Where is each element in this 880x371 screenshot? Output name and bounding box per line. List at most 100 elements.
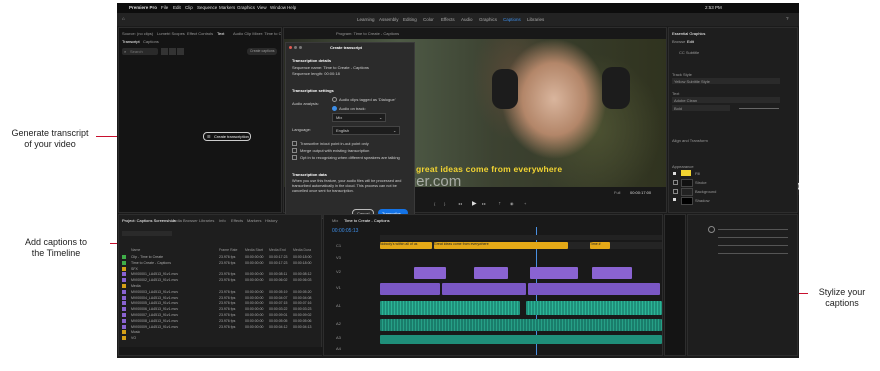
workspace-assembly[interactable]: Assembly bbox=[379, 17, 399, 22]
transcript-toolbar-button[interactable] bbox=[161, 48, 168, 55]
background-checkbox[interactable] bbox=[673, 189, 678, 194]
project-item[interactable]: MVI00007_LA4513_91v1.mov 23.976 fps 00:00:… bbox=[119, 313, 323, 318]
track-v2[interactable]: V2 bbox=[336, 269, 341, 274]
workspace-editing[interactable]: Editing bbox=[403, 17, 417, 22]
track-a2[interactable]: A2 bbox=[336, 321, 341, 326]
tab-effects[interactable]: Effects bbox=[231, 218, 243, 223]
language-select[interactable]: English ⌄ bbox=[332, 126, 400, 135]
tab-sequence[interactable]: Time to Create - Captions bbox=[344, 218, 390, 223]
project-item[interactable]: MVI00002_LA4513_91v1.mov 23.976 fps 00:00:… bbox=[119, 278, 323, 283]
subtab-captions[interactable]: Captions bbox=[143, 39, 159, 44]
video-clip[interactable] bbox=[528, 283, 660, 295]
project-item[interactable]: Media bbox=[119, 284, 323, 289]
plus-icon[interactable]: + bbox=[524, 201, 526, 206]
help-icon[interactable]: ? bbox=[786, 16, 789, 21]
workspace-effects[interactable]: Effects bbox=[441, 17, 455, 22]
project-item[interactable]: MVI00009_LA4513_91v1.mov 23.976 fps 00:00:… bbox=[119, 324, 323, 330]
video-clip[interactable] bbox=[530, 267, 578, 279]
opacity-slider[interactable] bbox=[718, 229, 788, 230]
fill-checkbox[interactable] bbox=[673, 172, 676, 175]
blur-slider[interactable] bbox=[718, 253, 788, 254]
checkbox-inout[interactable] bbox=[292, 141, 297, 146]
search-input[interactable]: ⌕ Search bbox=[122, 48, 158, 55]
mark-in-icon[interactable]: { bbox=[434, 201, 435, 206]
menu-markers[interactable]: Markers bbox=[219, 5, 235, 10]
menu-edit[interactable]: Edit bbox=[173, 5, 181, 10]
caption-clip-1[interactable]: Nobody's within all of us bbox=[380, 242, 432, 249]
video-clip[interactable] bbox=[380, 283, 440, 295]
video-clip[interactable] bbox=[474, 267, 508, 279]
mark-out-icon[interactable]: } bbox=[444, 201, 445, 206]
menu-window[interactable]: Window bbox=[270, 5, 286, 10]
video-clip[interactable] bbox=[592, 267, 632, 279]
transcript-toolbar-button[interactable] bbox=[177, 48, 184, 55]
lift-icon[interactable]: ⇡ bbox=[498, 201, 501, 206]
minimize-dot[interactable] bbox=[294, 46, 297, 49]
ruler[interactable] bbox=[380, 235, 662, 240]
step-back-icon[interactable]: ◂◂ bbox=[458, 201, 462, 206]
camera-icon[interactable]: ◉ bbox=[510, 201, 514, 206]
menu-view[interactable]: View bbox=[257, 5, 267, 10]
menu-clip[interactable]: Clip bbox=[185, 5, 193, 10]
workspace-graphics[interactable]: Graphics bbox=[479, 17, 497, 22]
size-slider[interactable] bbox=[718, 245, 788, 246]
audio-clip[interactable] bbox=[380, 319, 662, 331]
menu-file[interactable]: File bbox=[161, 5, 168, 10]
track-a4[interactable]: A4 bbox=[336, 346, 341, 351]
project-item[interactable]: VO bbox=[119, 336, 323, 341]
eg-tab-edit[interactable]: Edit bbox=[687, 39, 694, 44]
caption-clip-2[interactable]: Great ideas come from everywhere bbox=[434, 242, 568, 249]
workspace-audio[interactable]: Audio bbox=[461, 17, 473, 22]
video-clip[interactable] bbox=[442, 283, 526, 295]
shadow-checkbox[interactable] bbox=[673, 198, 676, 201]
menu-app[interactable]: Premiere Pro bbox=[129, 5, 157, 10]
project-search[interactable] bbox=[122, 231, 172, 236]
transcript-toolbar-button[interactable] bbox=[169, 48, 176, 55]
audio-clip[interactable] bbox=[526, 301, 662, 315]
zoom-fit[interactable]: Full bbox=[614, 190, 620, 195]
tab-text[interactable]: Text bbox=[217, 31, 224, 36]
project-item[interactable]: MVI00004_LA4513_91v1.mov 23.976 fps 00:00:… bbox=[119, 295, 323, 301]
audio-clip[interactable] bbox=[380, 335, 662, 344]
tab-lumetri-scopes[interactable]: Lumetri Scopes bbox=[157, 31, 185, 36]
tab-effect-controls[interactable]: Effect Controls bbox=[187, 31, 213, 36]
caption-clip-3[interactable]: Time # bbox=[590, 242, 610, 249]
track-c1[interactable]: C1 bbox=[336, 243, 341, 248]
close-dot[interactable] bbox=[289, 46, 292, 49]
eg-tab-browse[interactable]: Browse bbox=[672, 39, 685, 44]
workspace-captions[interactable]: Captions bbox=[503, 17, 521, 22]
project-item[interactable]: Clip - Time to Create 23.976 fps 00:00:00:… bbox=[119, 255, 323, 260]
track-a1[interactable]: A1 bbox=[336, 303, 341, 308]
col-media-start[interactable]: Media Start bbox=[245, 248, 263, 252]
menu-help[interactable]: Help bbox=[287, 5, 296, 10]
stroke-swatch[interactable] bbox=[681, 179, 693, 187]
track-v1[interactable]: V1 bbox=[336, 285, 341, 290]
workspace-color[interactable]: Color bbox=[423, 17, 434, 22]
col-name[interactable]: Name bbox=[131, 248, 140, 252]
track-select[interactable]: Mix ⌄ bbox=[332, 113, 386, 122]
project-item[interactable]: MVI00006_LA4513_91v1.mov 23.976 fps 00:00:… bbox=[119, 307, 323, 312]
tab-history[interactable]: History bbox=[265, 218, 277, 223]
project-item[interactable]: SFX bbox=[119, 266, 323, 272]
project-item[interactable]: MVI00008_LA4513_91v1.mov 23.976 fps 00:00:… bbox=[119, 318, 323, 324]
checkbox-merge[interactable] bbox=[292, 148, 297, 153]
audio-clip[interactable] bbox=[380, 301, 520, 315]
tab-mix[interactable]: Mix bbox=[332, 218, 338, 223]
subtab-transcript[interactable]: Transcript bbox=[122, 39, 140, 44]
workspace-libraries[interactable]: Libraries bbox=[527, 17, 544, 22]
background-swatch[interactable] bbox=[681, 188, 693, 196]
col-frame-rate[interactable]: Frame Rate bbox=[219, 248, 237, 252]
tab-source[interactable]: Source: (no clips) bbox=[122, 31, 153, 36]
create-transcription-button[interactable]: ☰ Create transcription bbox=[203, 132, 251, 141]
weight-select[interactable]: Bold bbox=[672, 105, 730, 111]
radio-track[interactable] bbox=[332, 106, 337, 111]
project-item[interactable]: Time to Create - Captions 23.976 fps 00:00… bbox=[119, 260, 323, 266]
distance-slider[interactable] bbox=[718, 237, 788, 238]
stroke-checkbox[interactable] bbox=[673, 180, 678, 185]
project-item[interactable]: MVI00003_LA4513_91v1.mov 23.976 fps 00:00:… bbox=[119, 289, 323, 295]
angle-dial-icon[interactable] bbox=[708, 226, 715, 233]
font-select[interactable]: Adobe Clean bbox=[672, 97, 780, 103]
project-item[interactable]: Music bbox=[119, 330, 323, 335]
zoom-dot[interactable] bbox=[299, 46, 302, 49]
tab-markers[interactable]: Markers bbox=[247, 218, 261, 223]
